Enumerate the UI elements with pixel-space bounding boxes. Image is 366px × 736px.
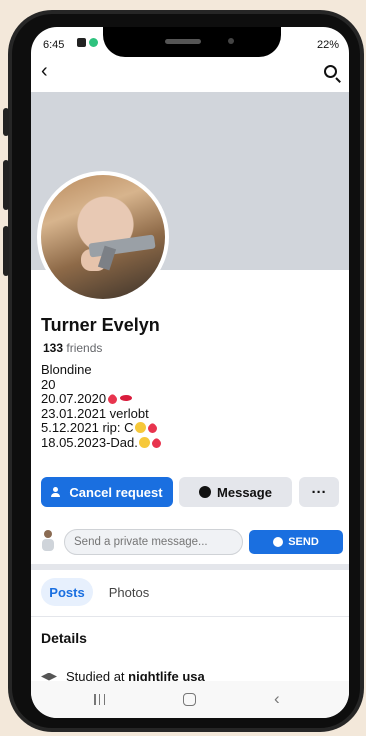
gallery-icon (77, 38, 86, 47)
screen: 6:45 22% ‹ Turner Evelyn 133 friends Blo… (31, 27, 349, 718)
send-button[interactable]: SEND (249, 530, 343, 554)
search-icon[interactable] (324, 65, 337, 78)
my-avatar (39, 530, 57, 552)
cancel-request-label: Cancel request (69, 484, 163, 500)
sad-face-emoji-icon (138, 436, 150, 448)
profile-bio: Blondine 20 20.07.2020 23.01.2021 verlob… (41, 362, 163, 451)
phone-side-button (3, 108, 9, 136)
bio-line: 5.12.2021 rip: C (41, 420, 163, 436)
nav-back-icon[interactable]: ‹ (274, 690, 280, 707)
lips-emoji-icon (120, 395, 133, 401)
tab-posts[interactable]: Posts (41, 578, 93, 606)
app-notification-icon (89, 38, 98, 47)
sad-face-emoji-icon (134, 422, 146, 433)
home-icon[interactable] (183, 693, 196, 706)
private-message-input[interactable] (64, 529, 243, 555)
status-time: 6:45 (43, 39, 65, 51)
more-options-icon: ··· (311, 483, 327, 501)
heart-emoji-icon (149, 436, 163, 450)
bio-line: 18.05.2023-Dad. (41, 435, 163, 451)
friends-label: friends (66, 341, 103, 355)
details-heading: Details (41, 630, 87, 646)
camera-notch (103, 27, 281, 57)
section-divider (31, 564, 349, 570)
bio-line: 20.07.2020 (41, 391, 163, 407)
messenger-icon (199, 486, 212, 498)
tabs-divider (31, 616, 349, 617)
status-battery: 22% (316, 39, 339, 51)
heart-emoji-icon (145, 422, 159, 435)
bio-line: Blondine (41, 362, 92, 377)
heart-emoji-icon (106, 393, 119, 406)
tab-photos[interactable]: Photos (103, 578, 155, 606)
profile-photo (41, 175, 165, 299)
message-button[interactable]: Message (179, 477, 292, 507)
message-label: Message (217, 484, 272, 500)
front-camera (228, 38, 234, 44)
cancel-request-button[interactable]: Cancel request (41, 477, 173, 507)
speaker-grille (165, 39, 201, 44)
phone-volume-down (3, 226, 9, 276)
back-arrow-icon[interactable]: ‹ (41, 61, 48, 81)
user-remove-icon (51, 487, 63, 497)
send-label: SEND (288, 536, 319, 548)
profile-name: Turner Evelyn (41, 315, 160, 335)
bio-line: 23.01.2021 verlobt (41, 405, 149, 421)
bio-line: 20 (41, 376, 56, 392)
recent-apps-icon[interactable] (94, 694, 105, 705)
profile-avatar[interactable] (37, 171, 169, 303)
friends-number: 133 (43, 341, 64, 355)
photo-gun (88, 234, 156, 258)
android-nav-bar: ‹ (31, 681, 349, 718)
graduation-cap-icon (41, 672, 57, 681)
messenger-icon (273, 537, 284, 547)
friends-count[interactable]: 133 friends (43, 341, 102, 355)
more-options-button[interactable]: ··· (299, 477, 339, 507)
phone-volume-up (3, 160, 9, 210)
status-notification-icons (77, 38, 98, 47)
